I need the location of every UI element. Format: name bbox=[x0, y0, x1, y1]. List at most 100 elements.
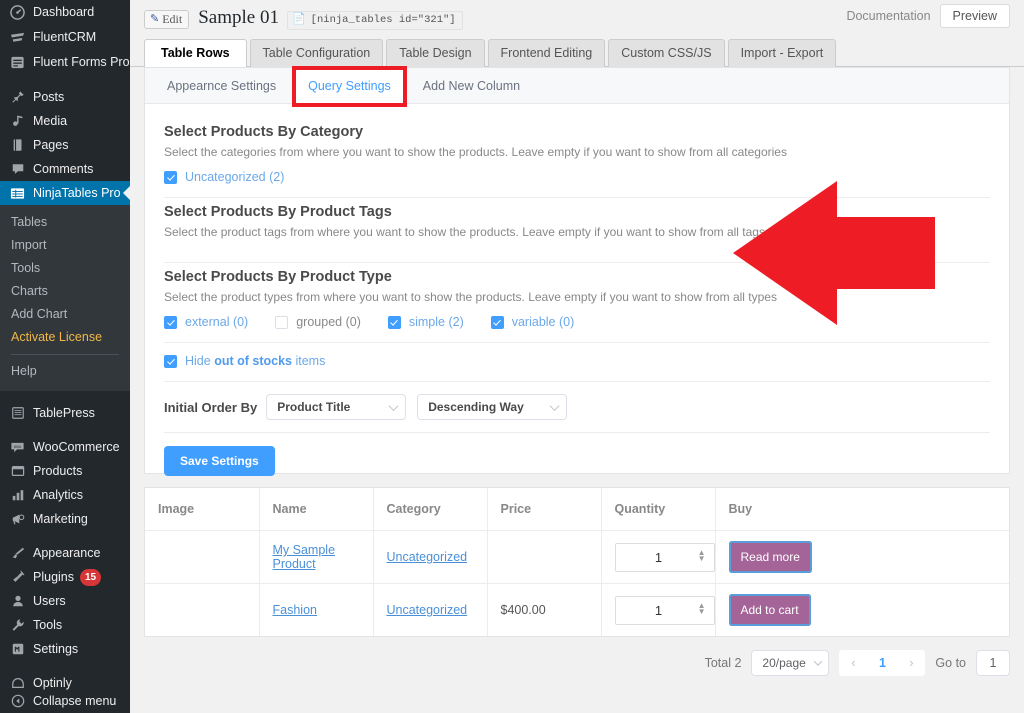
sidebar-item-posts[interactable]: Posts bbox=[0, 85, 130, 109]
quantity-stepper[interactable]: 1 ▲▼ bbox=[615, 596, 715, 625]
submenu-item-import[interactable]: Import bbox=[0, 234, 130, 257]
sidebar-item-label: Users bbox=[33, 595, 66, 608]
submenu-item-tables[interactable]: Tables bbox=[0, 211, 130, 234]
checkbox-box-icon[interactable] bbox=[275, 316, 288, 329]
tab-frontend-editing[interactable]: Frontend Editing bbox=[488, 39, 606, 67]
sidebar-item-ninjatables-pro[interactable]: NinjaTables Pro bbox=[0, 181, 130, 205]
sidebar-item-woocommerce[interactable]: woo WooCommerce bbox=[0, 435, 130, 459]
table-row: Fashion Uncategorized $400.00 1 ▲▼ bbox=[145, 584, 1009, 637]
page-number-1[interactable]: 1 bbox=[867, 650, 897, 676]
sidebar-item-media[interactable]: Media bbox=[0, 109, 130, 133]
dashboard-icon bbox=[9, 4, 26, 21]
preview-button[interactable]: Preview bbox=[940, 4, 1010, 28]
collapse-menu-row[interactable]: Collapse menu bbox=[0, 689, 130, 713]
subtab-add-new-column[interactable]: Add New Column bbox=[407, 68, 536, 103]
checkbox-grouped[interactable]: grouped (0) bbox=[275, 316, 361, 329]
checkbox-box-icon[interactable] bbox=[164, 355, 177, 368]
menu-separator bbox=[0, 531, 130, 541]
initial-order-row: Initial Order By Product Title Descendin… bbox=[164, 390, 990, 420]
analytics-icon bbox=[9, 487, 26, 504]
goto-page-input[interactable]: 1 bbox=[976, 650, 1010, 676]
sidebar-item-tablepress[interactable]: TablePress bbox=[0, 401, 130, 425]
column-header-category[interactable]: Category bbox=[373, 488, 487, 531]
next-page-button[interactable]: › bbox=[897, 650, 925, 676]
submenu-item-tools[interactable]: Tools bbox=[0, 257, 130, 280]
tab-import-export[interactable]: Import - Export bbox=[728, 39, 837, 67]
checkbox-box-icon[interactable] bbox=[388, 316, 401, 329]
category-title: Select Products By Category bbox=[164, 124, 990, 140]
checkbox-box-icon[interactable] bbox=[491, 316, 504, 329]
checkbox-box-icon[interactable] bbox=[164, 316, 177, 329]
checkbox-variable[interactable]: variable (0) bbox=[491, 316, 575, 329]
cell-price: $400.00 bbox=[487, 584, 601, 637]
order-by-select[interactable]: Product Title bbox=[266, 394, 406, 420]
sidebar-item-appearance[interactable]: Appearance bbox=[0, 541, 130, 565]
checkbox-external[interactable]: external (0) bbox=[164, 316, 248, 329]
edit-button[interactable]: ✎Edit bbox=[144, 10, 189, 29]
read-more-button[interactable]: Read more bbox=[729, 541, 812, 573]
product-name-link[interactable]: Fashion bbox=[273, 603, 317, 617]
order-way-value: Descending Way bbox=[428, 400, 524, 414]
cell-price bbox=[487, 531, 601, 584]
tab-custom-css-js[interactable]: Custom CSS/JS bbox=[608, 39, 724, 67]
product-type-description: Select the product types from where you … bbox=[164, 289, 990, 305]
sidebar-item-comments[interactable]: Comments bbox=[0, 157, 130, 181]
shortcode-badge[interactable]: 📄[ninja_tables id="321"] bbox=[287, 11, 463, 30]
prev-page-button[interactable]: ‹ bbox=[839, 650, 867, 676]
tab-table-configuration[interactable]: Table Configuration bbox=[250, 39, 384, 67]
documentation-link[interactable]: Documentation bbox=[846, 9, 930, 23]
order-way-select[interactable]: Descending Way bbox=[417, 394, 567, 420]
checkbox-label: Uncategorized (2) bbox=[185, 171, 284, 184]
checkbox-simple[interactable]: simple (2) bbox=[388, 316, 464, 329]
submenu-item-add-chart[interactable]: Add Chart bbox=[0, 303, 130, 326]
cell-buy: Add to cart bbox=[715, 584, 1009, 637]
sidebar-item-settings[interactable]: Settings bbox=[0, 637, 130, 661]
sidebar-item-tools[interactable]: Tools bbox=[0, 613, 130, 637]
sidebar-item-dashboard[interactable]: Dashboard bbox=[0, 0, 130, 25]
submenu-item-activate-license[interactable]: Activate License bbox=[0, 326, 130, 349]
subtab-query-settings[interactable]: Query Settings bbox=[292, 68, 407, 103]
column-header-image[interactable]: Image bbox=[145, 488, 259, 531]
admin-sidebar: Dashboard FluentCRM Fluent Forms Pro Pos… bbox=[0, 0, 130, 713]
quantity-stepper[interactable]: 1 ▲▼ bbox=[615, 543, 715, 572]
subtab-appearance-settings[interactable]: Appearnce Settings bbox=[151, 68, 292, 103]
sidebar-item-label: Dashboard bbox=[33, 6, 94, 19]
checkbox-box-icon[interactable] bbox=[164, 171, 177, 184]
per-page-select[interactable]: 20/page bbox=[751, 650, 829, 676]
tab-table-rows[interactable]: Table Rows bbox=[144, 39, 247, 67]
sidebar-item-collapse-menu[interactable]: Collapse menu bbox=[0, 689, 130, 713]
checkbox-hide-out-of-stock[interactable]: Hide out of stocks items bbox=[164, 355, 990, 368]
stepper-arrows-icon[interactable]: ▲▼ bbox=[698, 550, 706, 562]
checkbox-uncategorized[interactable]: Uncategorized (2) bbox=[164, 171, 284, 184]
sidebar-item-fluent-forms-pro[interactable]: Fluent Forms Pro bbox=[0, 50, 130, 75]
cell-name: My Sample Product bbox=[259, 531, 373, 584]
product-category-link[interactable]: Uncategorized bbox=[387, 550, 468, 564]
column-header-price[interactable]: Price bbox=[487, 488, 601, 531]
sidebar-item-plugins[interactable]: Plugins 15 bbox=[0, 565, 130, 589]
sidebar-item-label: Fluent Forms Pro bbox=[33, 56, 130, 69]
column-header-quantity[interactable]: Quantity bbox=[601, 488, 715, 531]
product-name-link[interactable]: My Sample Product bbox=[273, 543, 336, 571]
product-category-link[interactable]: Uncategorized bbox=[387, 603, 468, 617]
column-header-buy[interactable]: Buy bbox=[715, 488, 1009, 531]
fluentcrm-icon bbox=[9, 29, 26, 46]
cell-name: Fashion bbox=[259, 584, 373, 637]
sidebar-item-products[interactable]: Products bbox=[0, 459, 130, 483]
sidebar-item-label: Analytics bbox=[33, 489, 83, 502]
submenu-item-help[interactable]: Help bbox=[0, 360, 130, 383]
sidebar-item-users[interactable]: Users bbox=[0, 589, 130, 613]
sidebar-item-marketing[interactable]: Marketing bbox=[0, 507, 130, 531]
submenu-item-charts[interactable]: Charts bbox=[0, 280, 130, 303]
column-header-name[interactable]: Name bbox=[259, 488, 373, 531]
hide-label-bold: out of stocks bbox=[214, 354, 292, 368]
stepper-arrows-icon[interactable]: ▲▼ bbox=[698, 603, 706, 615]
save-settings-button[interactable]: Save Settings bbox=[164, 446, 275, 476]
sidebar-item-fluentcrm[interactable]: FluentCRM bbox=[0, 25, 130, 50]
sidebar-item-pages[interactable]: Pages bbox=[0, 133, 130, 157]
tab-table-design[interactable]: Table Design bbox=[386, 39, 484, 67]
sidebar-item-analytics[interactable]: Analytics bbox=[0, 483, 130, 507]
add-to-cart-button[interactable]: Add to cart bbox=[729, 594, 811, 626]
comments-icon bbox=[9, 161, 26, 178]
category-description: Select the categories from where you wan… bbox=[164, 144, 990, 160]
cell-buy: Read more bbox=[715, 531, 1009, 584]
